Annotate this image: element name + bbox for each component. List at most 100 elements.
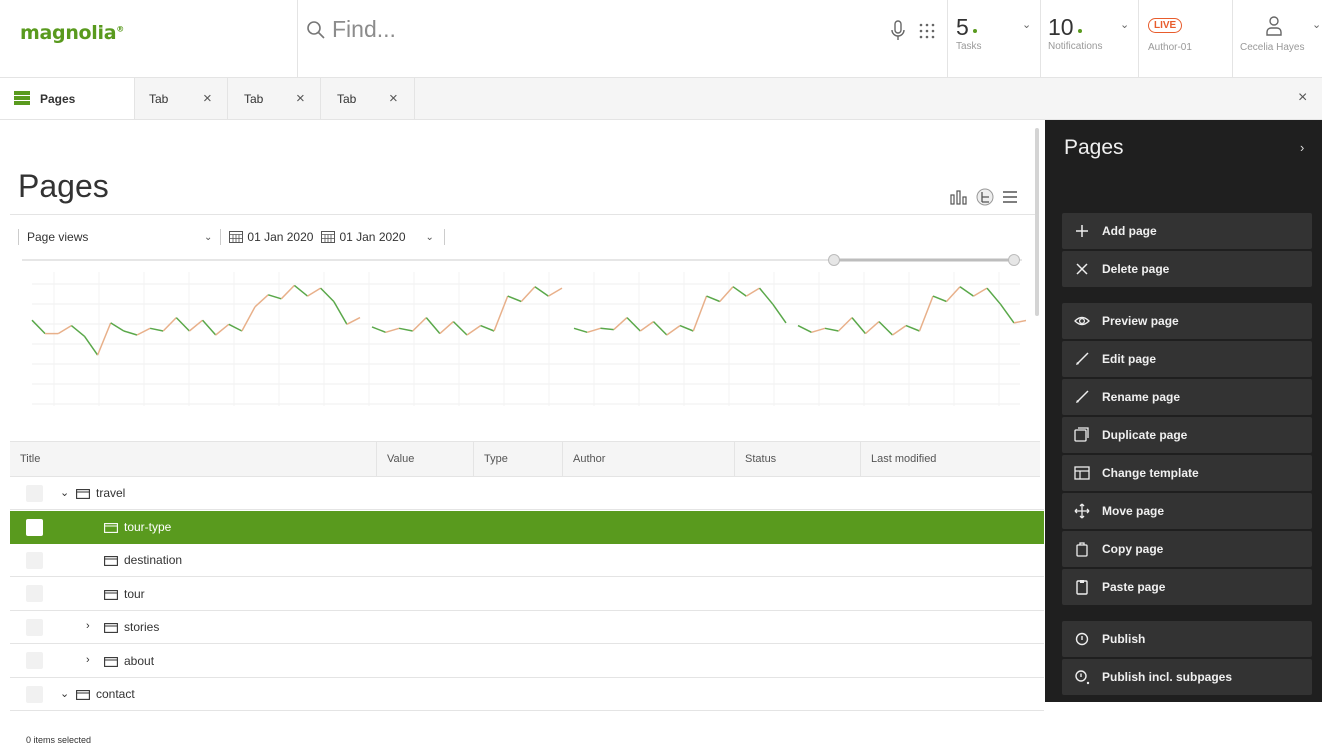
list-view-icon[interactable]: [1002, 190, 1018, 204]
tab-label: Tab: [337, 91, 357, 106]
chevron-down-icon[interactable]: ⌄: [426, 232, 434, 243]
chart-view-icon[interactable]: [950, 189, 968, 205]
search-input[interactable]: Find...: [332, 16, 396, 43]
row-checkbox[interactable]: [26, 551, 43, 569]
publish-incl-subpages-button[interactable]: Publish incl. subpages: [1062, 659, 1312, 695]
row-checkbox[interactable]: [26, 685, 43, 703]
row-checkbox[interactable]: [26, 484, 43, 502]
search-field[interactable]: Find...: [306, 16, 396, 43]
tab-3[interactable]: Tab ×: [228, 78, 321, 119]
chart-line-segment: [666, 324, 681, 336]
move-icon: [1074, 503, 1090, 519]
table-row[interactable]: tour: [10, 578, 1044, 611]
button-label: Preview page: [1102, 314, 1179, 328]
chart-line-segment: [548, 287, 563, 297]
date-from-field[interactable]: 01 Jan 2020: [229, 230, 313, 244]
tab-label: Tab: [149, 91, 169, 106]
paste-page-button[interactable]: Paste page: [1062, 569, 1312, 605]
row-checkbox[interactable]: [26, 585, 43, 602]
expand-chevron-icon[interactable]: ⌄: [60, 486, 69, 499]
change-template-button[interactable]: Change template: [1062, 455, 1312, 491]
collapse-chevron-icon[interactable]: ›: [86, 620, 90, 632]
page-icon: [104, 522, 118, 533]
button-label: Copy page: [1102, 542, 1164, 556]
chart-line-segment: [385, 327, 400, 334]
button-label: Publish incl. subpages: [1102, 670, 1233, 684]
chevron-down-icon[interactable]: ⌄: [204, 232, 212, 243]
row-checkbox[interactable]: [26, 518, 43, 536]
chart-line-segment: [811, 327, 826, 334]
chart-line-segment: [480, 324, 495, 332]
live-status-badge[interactable]: LIVE: [1148, 18, 1183, 33]
chart-line-segment: [851, 317, 867, 335]
edit-page-button[interactable]: Edit page: [1062, 341, 1312, 377]
chart-line-segment: [945, 286, 961, 303]
chart-line-segment: [959, 286, 974, 297]
notifications-counter[interactable]: 10 Notifications: [1048, 14, 1102, 52]
row-checkbox[interactable]: [26, 618, 43, 636]
date-range-slider[interactable]: [22, 254, 1022, 266]
close-tab-icon[interactable]: ×: [203, 90, 212, 107]
apps-grid-icon[interactable]: [918, 22, 936, 40]
chart-line-segment: [973, 287, 988, 297]
expand-chevron-icon[interactable]: ⌄: [60, 687, 69, 700]
table-row[interactable]: › about: [10, 645, 1044, 678]
calendar-icon: [321, 231, 336, 243]
tab-2[interactable]: Tab ×: [135, 78, 228, 119]
button-label: Edit page: [1102, 352, 1157, 366]
button-label: Change template: [1102, 466, 1199, 480]
metric-select[interactable]: Page views: [19, 230, 204, 244]
chart-line-segment: [758, 287, 774, 305]
chart-line-segment: [57, 324, 72, 335]
table-row[interactable]: ⌄ contact: [10, 678, 1044, 711]
chart-line-segment: [346, 316, 361, 325]
panel-title: Pages: [1064, 136, 1124, 159]
delete-page-button[interactable]: Delete page: [1062, 251, 1312, 287]
table-row[interactable]: › stories: [10, 611, 1044, 644]
table-row[interactable]: ⌄ travel: [10, 477, 1044, 510]
close-tab-icon[interactable]: ×: [389, 90, 398, 107]
column-author[interactable]: Author: [562, 442, 605, 476]
row-title: stories: [124, 620, 160, 634]
chart-line-segment: [439, 321, 454, 335]
column-status[interactable]: Status: [734, 442, 776, 476]
table-row[interactable]: tour-type: [10, 510, 1044, 544]
page-icon: [104, 589, 118, 600]
preview-page-button[interactable]: Preview page: [1062, 303, 1312, 339]
user-icon[interactable]: [1266, 16, 1282, 36]
date-to-field[interactable]: 01 Jan 2020: [321, 230, 406, 244]
copy-page-button[interactable]: Copy page: [1062, 531, 1312, 567]
collapse-panel-chevron-icon[interactable]: ›: [1300, 140, 1304, 155]
close-all-tabs-icon[interactable]: ×: [1298, 89, 1307, 107]
chart-line-segment: [241, 306, 256, 332]
scrollbar[interactable]: [1035, 128, 1039, 316]
column-last-modified[interactable]: Last modified: [860, 442, 936, 476]
chart-line-segment: [320, 287, 335, 303]
microphone-icon[interactable]: [890, 20, 906, 42]
column-value[interactable]: Value: [376, 442, 414, 476]
collapse-chevron-icon[interactable]: ›: [86, 654, 90, 666]
row-checkbox[interactable]: [26, 652, 43, 669]
rename-page-button[interactable]: Rename page: [1062, 379, 1312, 415]
chart-line-segment: [745, 287, 760, 297]
clipboard-icon: [1076, 580, 1088, 595]
table-row[interactable]: destination: [10, 544, 1044, 577]
move-page-button[interactable]: Move page: [1062, 493, 1312, 529]
chart-line-segment: [215, 323, 230, 336]
user-chevron-down-icon[interactable]: ⌄: [1312, 18, 1321, 31]
duplicate-page-button[interactable]: Duplicate page: [1062, 417, 1312, 453]
notifications-chevron-down-icon[interactable]: ⌄: [1120, 18, 1129, 31]
tab-pages[interactable]: Pages: [0, 78, 135, 119]
close-tab-icon[interactable]: ×: [296, 90, 305, 107]
chart-line-segment: [280, 284, 295, 300]
column-title[interactable]: Title: [10, 442, 40, 476]
tab-4[interactable]: Tab ×: [321, 78, 415, 119]
tasks-counter[interactable]: 5 Tasks: [956, 14, 982, 52]
tasks-chevron-down-icon[interactable]: ⌄: [1022, 18, 1031, 31]
user-name: Cecelia Hayes: [1240, 42, 1305, 53]
add-page-button[interactable]: Add page: [1062, 213, 1312, 249]
magnolia-logo[interactable]: magnolia®: [20, 22, 124, 44]
publish-button[interactable]: Publish: [1062, 621, 1312, 657]
column-type[interactable]: Type: [473, 442, 508, 476]
tree-view-icon[interactable]: [976, 188, 994, 206]
